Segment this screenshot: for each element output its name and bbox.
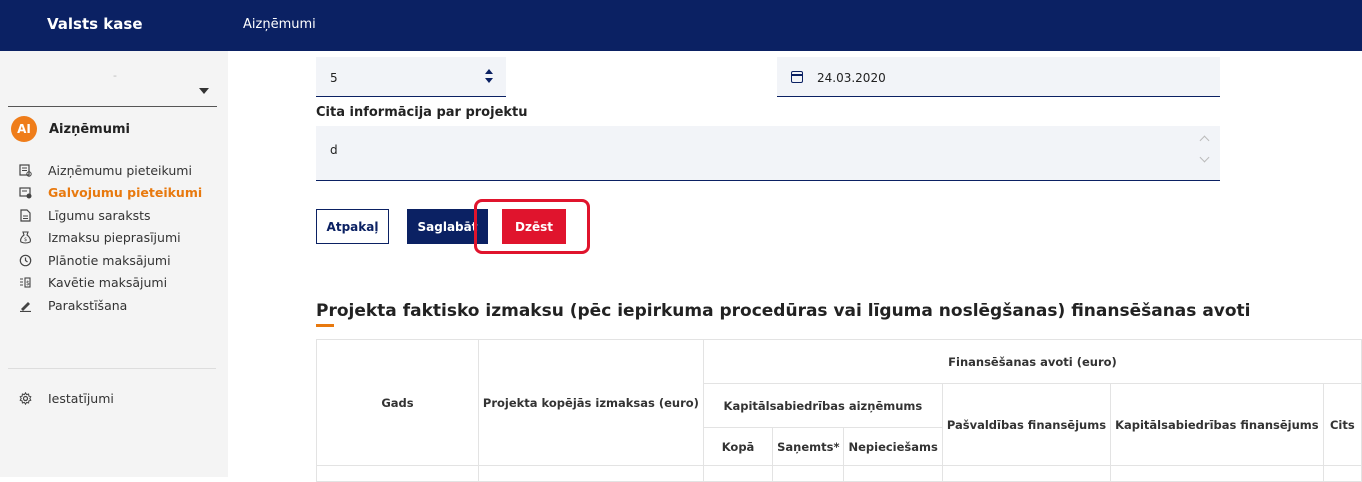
sidebar: - AI Aizņēmumi Aizņēmumu pieteikumi Galv… <box>0 51 228 477</box>
svg-text:$: $ <box>24 237 27 243</box>
caret-down-icon[interactable] <box>199 88 209 94</box>
module-title: Aizņēmumi <box>49 121 130 137</box>
organization-select-value: - <box>113 69 117 82</box>
sidebar-item-label: Kavētie maksājumi <box>48 275 168 291</box>
chevron-up-icon[interactable] <box>1199 135 1210 146</box>
other-info-textarea[interactable]: d <box>316 126 1220 181</box>
date-field[interactable]: 24.03.2020 <box>777 57 1220 97</box>
sidebar-item-label: Parakstīšana <box>48 297 128 313</box>
breadcrumb[interactable]: Aizņēmumi <box>243 17 316 32</box>
document-icon <box>18 208 32 222</box>
sidebar-item-planned-payments[interactable]: Plānotie maksājumi <box>18 249 218 272</box>
sidebar-item-label: Līgumu saraksts <box>48 207 151 223</box>
spinner-icon[interactable] <box>485 69 493 85</box>
date-field-value: 24.03.2020 <box>817 71 886 85</box>
table-row <box>316 465 1362 482</box>
sidebar-divider <box>8 368 216 369</box>
col-header-year: Gads <box>316 339 479 466</box>
sidebar-nav: Aizņēmumu pieteikumi Galvojumu pieteikum… <box>18 159 218 317</box>
back-button[interactable]: Atpakaļ <box>316 209 389 244</box>
section-title-underline <box>316 324 334 327</box>
col-header-total-cost: Projekta kopējās izmaksas (euro) <box>477 339 704 466</box>
clock-icon <box>18 253 32 267</box>
other-info-value: d <box>330 143 338 157</box>
sidebar-item-label: Galvojumu pieteikumi <box>48 185 203 201</box>
sidebar-item-label: Aizņēmumu pieteikumi <box>48 162 192 178</box>
top-bar: Valsts kase Aizņēmumi <box>0 0 1362 51</box>
brand-logo-text[interactable]: Valsts kase <box>47 15 143 33</box>
sidebar-item-label: Iestatījumi <box>48 390 114 406</box>
other-info-label: Cita informācija par projektu <box>316 105 528 120</box>
col-header-other: Cits <box>1322 383 1362 466</box>
main-content: 5 24.03.2020 Cita informācija par projek… <box>228 51 1362 482</box>
organization-select[interactable]: - <box>8 59 217 107</box>
col-header-municipal-funding: Pašvaldības finansējums <box>941 383 1112 466</box>
col-header-loan-total: Kopā <box>702 427 774 466</box>
sidebar-item-loan-applications[interactable]: Aizņēmumu pieteikumi <box>18 159 218 182</box>
sidebar-item-settings[interactable]: Iestatījumi <box>18 387 114 410</box>
application-icon <box>18 163 32 177</box>
col-header-loan-received: Saņemts* <box>772 427 845 466</box>
calendar-icon[interactable] <box>791 71 803 83</box>
group-header-company-loan: Kapitālsabiedrības aizņēmums <box>702 383 943 428</box>
save-button[interactable]: Saglabāt <box>407 209 488 244</box>
group-header-funding-sources: Finansēšanas avoti (euro) <box>702 339 1362 384</box>
sidebar-item-payout-requests[interactable]: $ Izmaksu pieprasījumi <box>18 227 218 250</box>
number-field[interactable]: 5 <box>316 57 506 97</box>
chevron-down-icon[interactable] <box>1199 152 1210 163</box>
number-field-value: 5 <box>330 71 338 85</box>
money-bag-icon: $ <box>18 231 32 245</box>
guarantee-icon <box>18 186 32 200</box>
sidebar-item-label: Plānotie maksājumi <box>48 252 171 268</box>
svg-text:$: $ <box>26 280 30 287</box>
module-header: AI Aizņēmumi <box>11 116 130 142</box>
delete-button[interactable]: Dzēst <box>502 209 566 244</box>
sidebar-item-label: Izmaksu pieprasījumi <box>48 230 181 246</box>
sidebar-item-overdue-payments[interactable]: $ Kavētie maksājumi <box>18 272 218 295</box>
sign-icon <box>18 298 32 312</box>
overdue-icon: $ <box>18 276 32 290</box>
section-title: Projekta faktisko izmaksu (pēc iepirkuma… <box>316 301 1251 321</box>
sidebar-item-guarantee-applications[interactable]: Galvojumu pieteikumi <box>18 182 218 205</box>
sidebar-item-contracts[interactable]: Līgumu saraksts <box>18 204 218 227</box>
avatar: AI <box>11 116 37 142</box>
col-header-loan-needed: Nepieciešams <box>843 427 943 466</box>
col-header-company-funding: Kapitālsabiedrības finansējums <box>1110 383 1324 466</box>
funding-sources-table: Gads Projekta kopējās izmaksas (euro) Fi… <box>316 339 1362 482</box>
gear-icon <box>18 391 32 405</box>
sidebar-item-signing[interactable]: Parakstīšana <box>18 294 218 317</box>
